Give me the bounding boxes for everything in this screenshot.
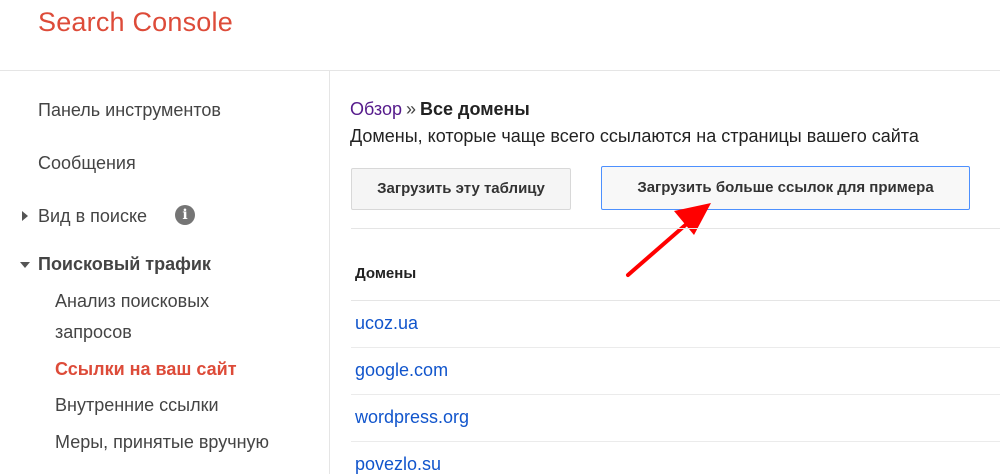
breadcrumb-separator: » [406, 99, 417, 119]
domain-link[interactable]: google.com [355, 360, 448, 381]
sidebar-item-messages[interactable]: Сообщения [38, 153, 136, 174]
collapse-down-triangle-icon[interactable] [20, 262, 30, 268]
download-table-button[interactable]: Загрузить эту таблицу [351, 168, 571, 210]
expand-right-triangle-icon[interactable] [22, 211, 28, 221]
sidebar-subitem-search-analytics[interactable]: Анализ поисковых запросов [55, 286, 209, 348]
sidebar-item-search-traffic[interactable]: Поисковый трафик [38, 254, 211, 275]
sidebar-subitem-links-to-site[interactable]: Ссылки на ваш сайт [55, 359, 237, 380]
app-title[interactable]: Search Console [38, 7, 233, 38]
table-row: povezlo.su [351, 442, 1000, 474]
domain-link[interactable]: povezlo.su [355, 454, 441, 474]
column-header-domains[interactable]: Домены [355, 265, 416, 282]
sidebar-item-search-appearance[interactable]: Вид в поиске [38, 206, 147, 227]
domain-link[interactable]: wordpress.org [355, 407, 469, 428]
divider [351, 228, 1000, 229]
breadcrumb-overview-link[interactable]: Обзор [350, 99, 402, 119]
page-subtitle: Домены, которые чаще всего ссылаются на … [350, 126, 919, 146]
sidebar-item-dashboard[interactable]: Панель инструментов [38, 100, 221, 121]
main-content: Обзор» Все домены Домены, которые чаще вс… [330, 71, 1000, 474]
sidebar-subitem-internal-links[interactable]: Внутренние ссылки [55, 395, 219, 416]
sidebar-subitem-label: Анализ поисковых [55, 291, 210, 311]
sidebar-subitem-manual-actions[interactable]: Меры, принятые вручную [55, 432, 269, 453]
table-row: wordpress.org [351, 395, 1000, 442]
table-row: ucoz.ua [351, 301, 1000, 348]
red-arrow-annotation [626, 203, 711, 277]
search-console-app: Search Console Панель инструментов Сообщ… [0, 0, 1000, 474]
header: Search Console [0, 0, 1000, 71]
domain-link[interactable]: ucoz.ua [355, 313, 418, 334]
sidebar: Панель инструментов Сообщения Вид в поис… [0, 71, 330, 474]
table-row: google.com [351, 348, 1000, 395]
info-icon[interactable]: i [175, 205, 195, 225]
breadcrumb: Обзор» Все домены [350, 99, 530, 120]
page-title: Все домены [420, 99, 530, 119]
sidebar-subitem-label: запросов [55, 322, 132, 342]
